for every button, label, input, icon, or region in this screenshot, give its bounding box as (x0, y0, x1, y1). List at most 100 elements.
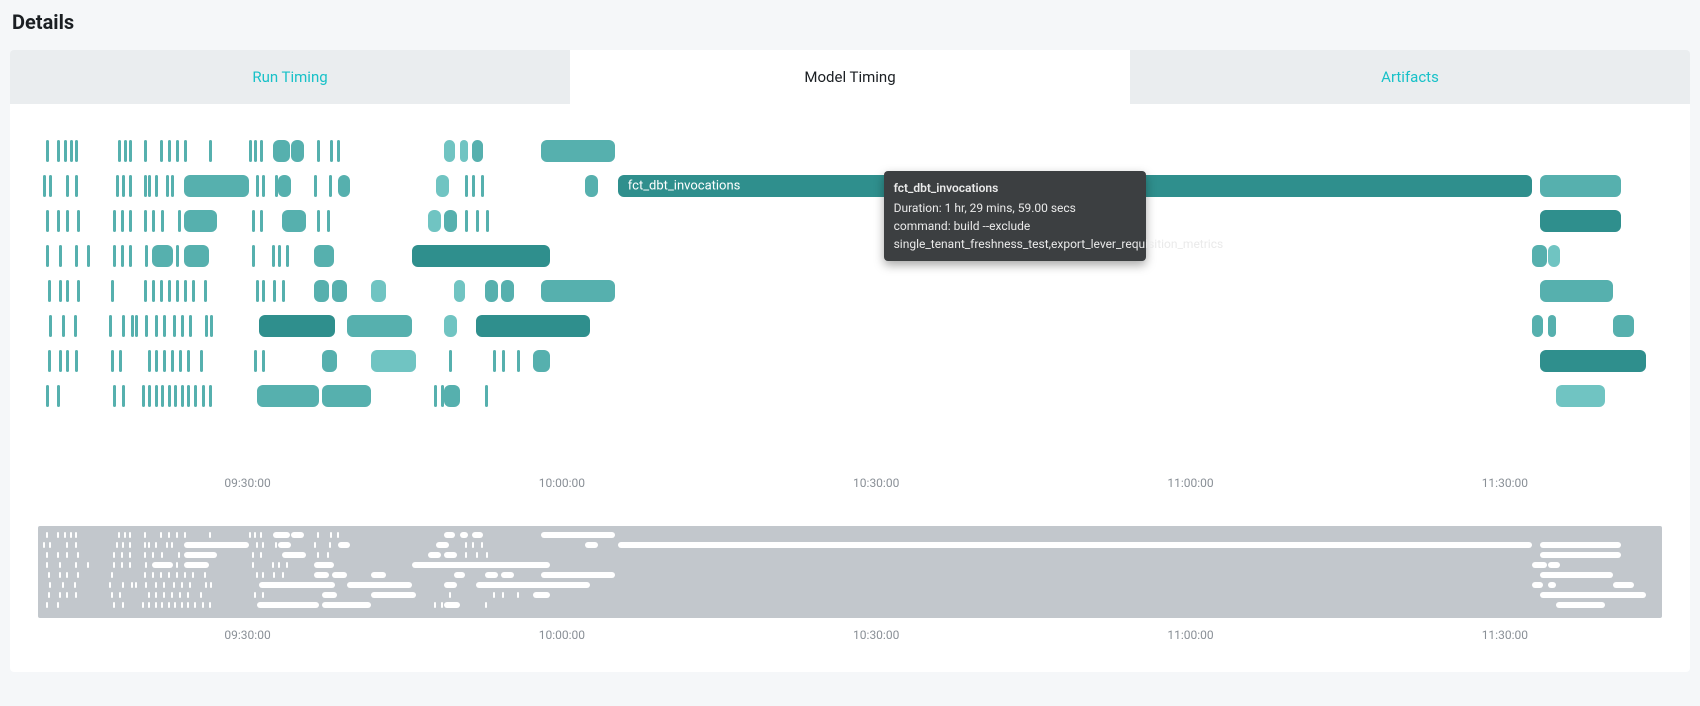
gantt-tick[interactable] (262, 280, 265, 302)
gantt-tick[interactable] (48, 280, 51, 302)
gantt-tick[interactable] (74, 315, 77, 337)
gantt-tick[interactable] (48, 350, 51, 372)
gantt-tick[interactable] (121, 210, 124, 232)
gantt-bar[interactable] (472, 140, 483, 162)
gantt-tick[interactable] (205, 315, 208, 337)
gantt-bar[interactable] (371, 280, 386, 302)
gantt-tick[interactable] (129, 210, 132, 232)
gantt-tick[interactable] (75, 245, 78, 267)
gantt-tick[interactable] (129, 175, 132, 197)
gantt-tick[interactable] (209, 385, 212, 407)
gantt-tick[interactable] (46, 140, 49, 162)
gantt-tick[interactable] (122, 175, 125, 197)
gantt-bar[interactable] (541, 280, 614, 302)
gantt-bar[interactable] (257, 385, 319, 407)
gantt-tick[interactable] (200, 350, 203, 372)
gantt-tick[interactable] (129, 140, 132, 162)
gantt-tick[interactable] (171, 175, 174, 197)
gantt-bar[interactable] (1613, 315, 1634, 337)
gantt-tick[interactable] (517, 350, 520, 372)
gantt-tick[interactable] (178, 210, 181, 232)
gantt-tick[interactable] (493, 350, 496, 372)
gantt-tick[interactable] (49, 315, 52, 337)
gantt-tick[interactable] (262, 175, 265, 197)
gantt-bar[interactable] (541, 140, 614, 162)
gantt-tick[interactable] (46, 385, 49, 407)
gantt-tick[interactable] (148, 175, 151, 197)
gantt-bar[interactable] (1548, 245, 1559, 267)
gantt-bar[interactable] (485, 280, 498, 302)
gantt-tick[interactable] (171, 350, 174, 372)
gantt-tick[interactable] (113, 210, 116, 232)
gantt-tick[interactable] (75, 350, 78, 372)
gantt-chart[interactable]: fct_dbt_invocations (38, 134, 1662, 464)
gantt-bar[interactable] (444, 140, 455, 162)
gantt-bar[interactable] (332, 280, 347, 302)
gantt-tick[interactable] (43, 175, 46, 197)
gantt-tick[interactable] (286, 245, 289, 267)
gantt-tick[interactable] (163, 350, 166, 372)
gantt-tick[interactable] (168, 140, 171, 162)
tab-artifacts[interactable]: Artifacts (1130, 50, 1690, 104)
gantt-tick[interactable] (46, 210, 49, 232)
gantt-tick[interactable] (187, 385, 190, 407)
gantt-tick[interactable] (465, 175, 468, 197)
gantt-tick[interactable] (111, 350, 114, 372)
gantt-bar[interactable] (152, 245, 173, 267)
gantt-bar[interactable] (1548, 315, 1556, 337)
gantt-tick[interactable] (122, 315, 125, 337)
gantt-bar[interactable] (476, 315, 590, 337)
gantt-tick[interactable] (181, 315, 184, 337)
gantt-tick[interactable] (260, 210, 263, 232)
gantt-bar[interactable] (501, 280, 514, 302)
gantt-tick[interactable] (145, 315, 148, 337)
gantt-tick[interactable] (282, 280, 285, 302)
gantt-tick[interactable] (476, 210, 479, 232)
gantt-tick[interactable] (62, 315, 65, 337)
gantt-bar[interactable] (436, 175, 449, 197)
gantt-tick[interactable] (254, 140, 257, 162)
gantt-tick[interactable] (66, 280, 69, 302)
gantt-bar[interactable] (1540, 280, 1613, 302)
gantt-bar[interactable] (428, 210, 441, 232)
gantt-tick[interactable] (144, 175, 147, 197)
gantt-tick[interactable] (330, 140, 333, 162)
gantt-tick[interactable] (273, 280, 276, 302)
gantt-tick[interactable] (194, 385, 197, 407)
gantt-tick[interactable] (145, 245, 148, 267)
gantt-tick[interactable] (155, 175, 158, 197)
gantt-tick[interactable] (252, 210, 255, 232)
gantt-bar[interactable] (278, 175, 291, 197)
gantt-tick[interactable] (329, 175, 332, 197)
gantt-tick[interactable] (472, 175, 475, 197)
gantt-tick[interactable] (161, 385, 164, 407)
gantt-tick[interactable] (161, 210, 164, 232)
gantt-bar[interactable] (184, 175, 249, 197)
gantt-tick[interactable] (66, 350, 69, 372)
gantt-bar[interactable] (338, 175, 349, 197)
gantt-tick[interactable] (59, 280, 62, 302)
gantt-tick[interactable] (204, 280, 207, 302)
gantt-bar[interactable] (347, 315, 412, 337)
gantt-tick[interactable] (252, 245, 255, 267)
gantt-bar[interactable] (273, 140, 289, 162)
gantt-tick[interactable] (434, 385, 437, 407)
gantt-tick[interactable] (152, 210, 155, 232)
gantt-tick[interactable] (109, 315, 112, 337)
gantt-tick[interactable] (113, 245, 116, 267)
gantt-tick[interactable] (135, 315, 138, 337)
gantt-tick[interactable] (66, 175, 69, 197)
gantt-tick[interactable] (75, 140, 78, 162)
gantt-tick[interactable] (314, 175, 317, 197)
gantt-tick[interactable] (75, 175, 78, 197)
gantt-tick[interactable] (119, 350, 122, 372)
tab-model-timing[interactable]: Model Timing (570, 50, 1130, 104)
gantt-bar[interactable] (412, 245, 550, 267)
gantt-tick[interactable] (184, 140, 187, 162)
gantt-tick[interactable] (317, 210, 320, 232)
gantt-bar[interactable] (444, 315, 457, 337)
gantt-tick[interactable] (163, 315, 166, 337)
gantt-tick[interactable] (113, 385, 116, 407)
gantt-tick[interactable] (210, 315, 213, 337)
gantt-tick[interactable] (49, 175, 52, 197)
